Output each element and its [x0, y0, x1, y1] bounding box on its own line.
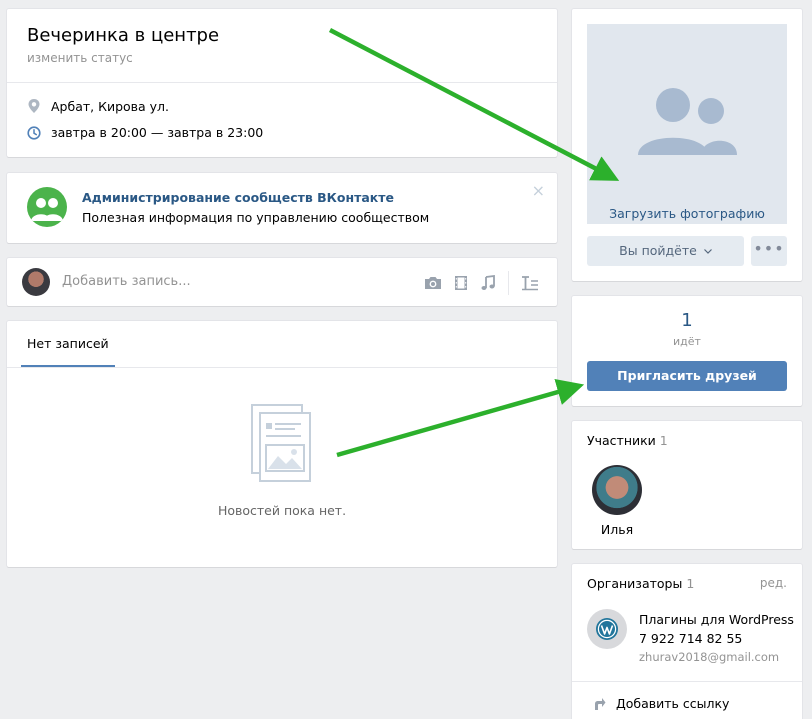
notice-title[interactable]: Администрирование сообществ ВКонтакте [82, 190, 394, 205]
upload-photo-label[interactable]: Загрузить фотографию [587, 206, 787, 221]
going-button-label: Вы пойдёте [619, 243, 697, 258]
organizer-email[interactable]: zhurav2018@gmail.com [639, 650, 779, 664]
event-photo-card: Загрузить фотографию Вы пойдёте ••• [572, 9, 802, 281]
wordpress-logo-icon [596, 618, 618, 640]
chevron-down-icon [703, 249, 712, 254]
divider [508, 271, 509, 295]
members-title: Участники [587, 433, 656, 448]
organizer-avatar[interactable] [587, 609, 627, 649]
event-header-card: Вечеринка в центре изменить статус Арбат… [7, 9, 557, 157]
group-placeholder-icon [638, 88, 737, 155]
going-count[interactable]: 1 [572, 310, 802, 331]
tab-no-posts[interactable]: Нет записей [21, 321, 115, 367]
camera-icon[interactable] [424, 275, 442, 291]
attendance-card: 1 идёт Пригласить друзей [572, 296, 802, 406]
organizers-card: Организаторы 1 ред. Плагины для WordPress… [572, 564, 802, 719]
members-heading[interactable]: Участники 1 [587, 433, 668, 448]
member-name[interactable]: Илья [592, 522, 642, 537]
add-link-button[interactable]: Добавить ссылку [592, 696, 729, 711]
change-status-link[interactable]: изменить статус [27, 51, 133, 65]
post-composer: Добавить запись... [7, 258, 557, 306]
close-icon[interactable]: × [532, 181, 545, 200]
avatar[interactable] [22, 268, 50, 296]
divider [572, 681, 802, 682]
community-admin-logo-icon [27, 187, 67, 227]
post-input[interactable]: Добавить запись... [62, 274, 191, 289]
event-time: завтра в 20:00 — завтра в 23:00 [51, 125, 264, 140]
organizers-count: 1 [686, 576, 695, 591]
admin-notice-card: Администрирование сообществ ВКонтакте По… [7, 173, 557, 243]
location-pin-icon [28, 99, 40, 113]
divider [7, 367, 557, 368]
going-dropdown-button[interactable]: Вы пойдёте [587, 236, 744, 266]
more-button[interactable]: ••• [751, 236, 787, 266]
wall-posts-card: Нет записей Новостей пока нет. [7, 321, 557, 567]
event-title: Вечеринка в центре [27, 25, 220, 46]
composer-attach-toolbar [424, 271, 539, 295]
going-label: идёт [673, 335, 701, 348]
invite-friends-button[interactable]: Пригласить друзей [587, 361, 787, 391]
upload-photo-area[interactable]: Загрузить фотографию [587, 24, 787, 224]
members-count: 1 [659, 433, 668, 448]
empty-feed-icon [251, 404, 311, 482]
music-icon[interactable] [480, 275, 496, 291]
divider [7, 82, 557, 83]
organizers-heading: Организаторы 1 [587, 576, 694, 591]
event-address[interactable]: Арбат, Кирова ул. [51, 99, 169, 114]
event-address-row: Арбат, Кирова ул. [27, 98, 169, 114]
organizer-name[interactable]: Плагины для WordPress [639, 612, 794, 627]
members-card: Участники 1 Илья [572, 421, 802, 549]
member-avatar[interactable] [592, 465, 642, 515]
video-icon[interactable] [454, 275, 468, 291]
link-arrow-icon [595, 697, 606, 710]
notice-text: Полезная информация по управлению сообще… [82, 210, 430, 225]
add-link-label: Добавить ссылку [616, 696, 730, 711]
organizer-phone: 7 922 714 82 55 [639, 631, 743, 646]
organizers-title: Организаторы [587, 576, 683, 591]
article-icon[interactable] [521, 275, 539, 291]
clock-icon [27, 125, 41, 140]
edit-organizers-link[interactable]: ред. [760, 576, 787, 590]
empty-feed-text: Новостей пока нет. [217, 503, 347, 518]
event-time-row: завтра в 20:00 — завтра в 23:00 [27, 125, 263, 140]
